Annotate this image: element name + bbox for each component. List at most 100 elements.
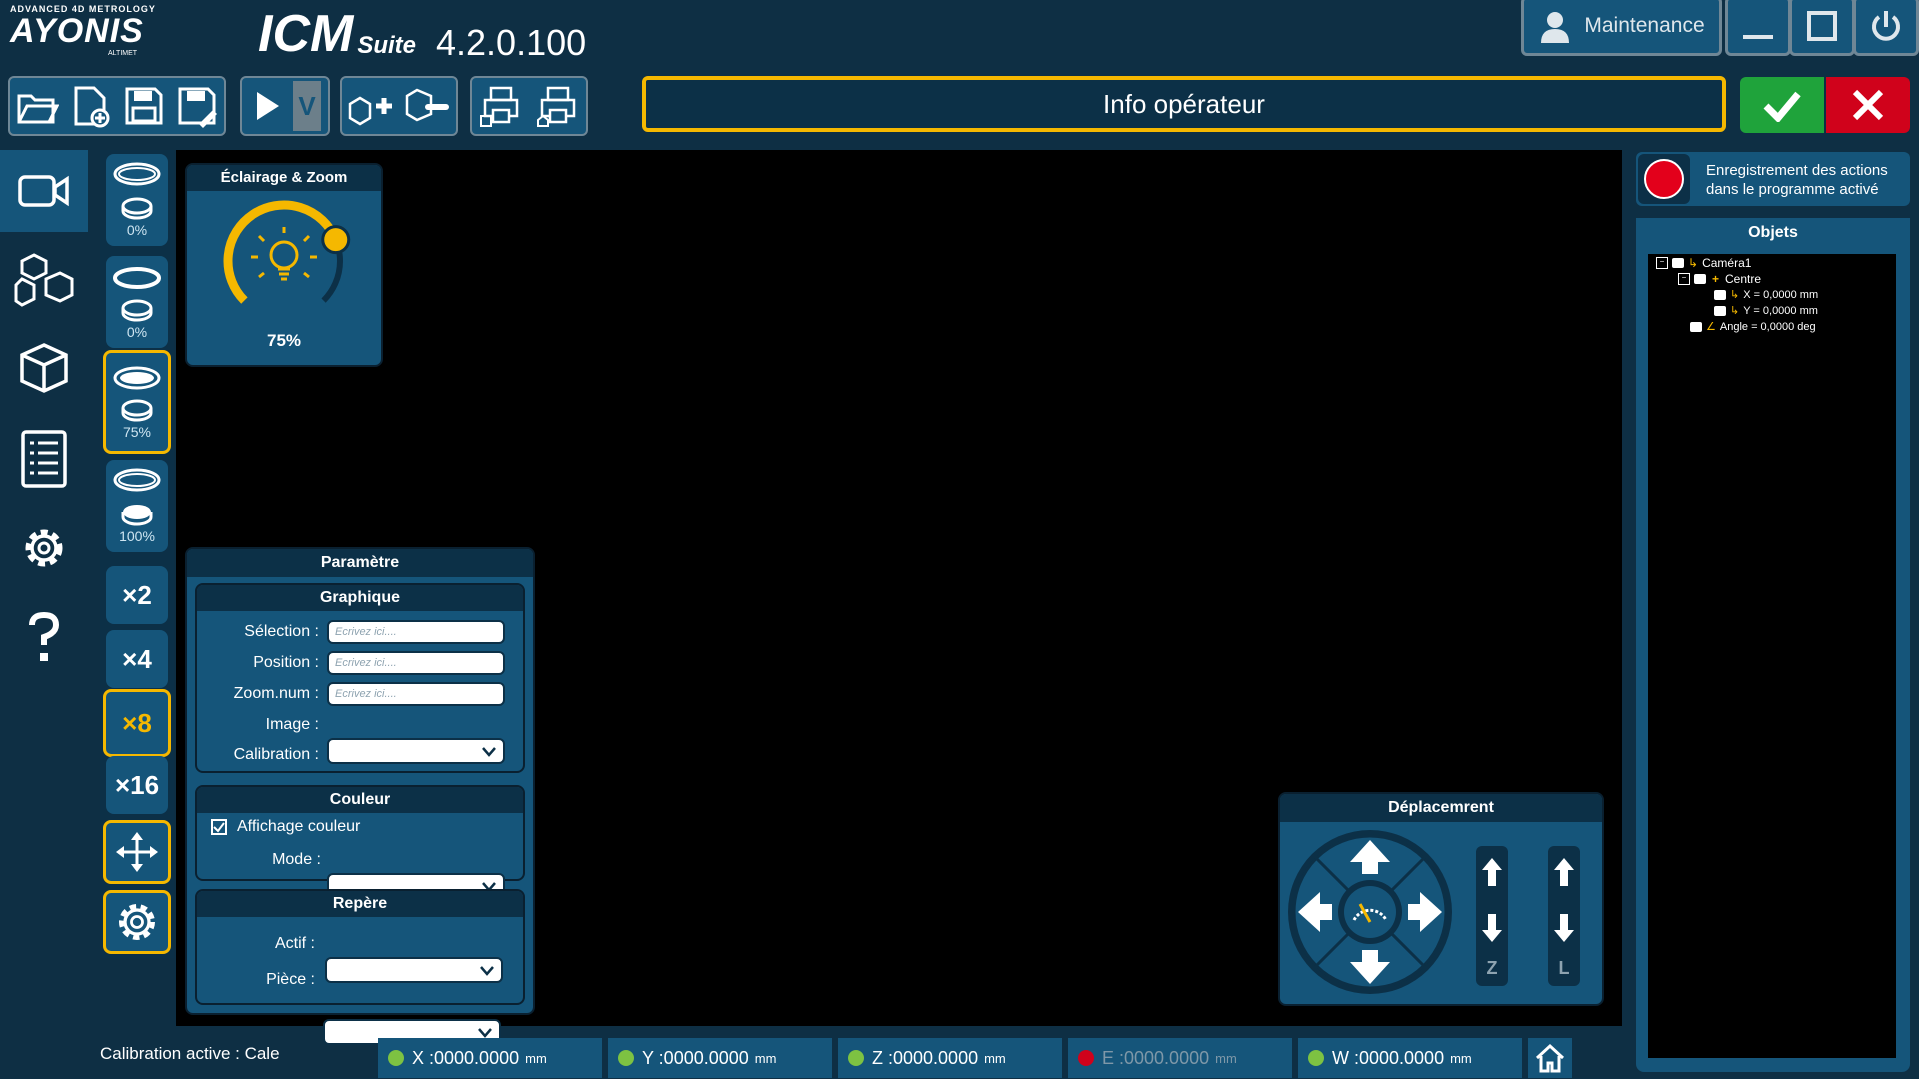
axis-readout-e: E :0000.0000 mm <box>1068 1038 1292 1078</box>
zoom-num-input[interactable]: Ecrivez ici.... <box>327 682 505 706</box>
lighting-panel: Éclairage & Zoom 75% <box>185 163 383 367</box>
collapse-icon[interactable]: − <box>1656 257 1668 269</box>
minimize-icon <box>1743 35 1773 39</box>
l-up-arrow-icon[interactable] <box>1548 852 1580 900</box>
operator-info-label: Info opérateur <box>1103 88 1265 119</box>
objects-tree[interactable]: − ↳ Caméra1 − + Centre ↳ X = 0,0000 mm ↳… <box>1648 254 1896 1058</box>
tree-node-angle[interactable]: ∠ Angle = 0,0000 deg <box>1690 320 1816 333</box>
axis-value: Y :0000.0000 <box>642 1047 749 1068</box>
open-folder-icon[interactable] <box>15 84 59 128</box>
cube-icon <box>20 343 68 393</box>
node-checkbox[interactable] <box>1690 321 1702 332</box>
collapse-icon[interactable]: − <box>1678 273 1690 285</box>
tree-node-y[interactable]: ↳ Y = 0,0000 mm <box>1714 304 1818 317</box>
home-button[interactable] <box>1528 1038 1572 1078</box>
run-version-dropdown[interactable]: V <box>293 81 321 131</box>
add-object-icon[interactable] <box>346 84 396 128</box>
backlight-icon <box>113 468 161 526</box>
image-select[interactable] <box>327 738 505 764</box>
axis-status-dot <box>848 1050 864 1066</box>
new-file-icon[interactable] <box>68 84 112 128</box>
axis-readouts: X :0000.0000 mm Y :0000.0000 mm Z :0000.00… <box>378 1038 1572 1078</box>
lamp-button-backlight[interactable]: 100% <box>106 460 168 552</box>
axis-readout-y: Y :0000.0000 mm <box>608 1038 832 1078</box>
print-preview-icon[interactable] <box>536 84 580 128</box>
zoom-x16-button[interactable]: ×16 <box>106 756 168 814</box>
l-down-arrow-icon[interactable] <box>1548 900 1580 948</box>
node-checkbox[interactable] <box>1714 289 1726 300</box>
actif-select[interactable] <box>325 957 503 983</box>
axis-readout-z: Z :0000.0000 mm <box>838 1038 1062 1078</box>
tree-node-camera[interactable]: − ↳ Caméra1 <box>1656 256 1751 270</box>
couleur-section: Couleur Affichage couleur Mode : <box>195 785 525 899</box>
nav-camera[interactable] <box>0 150 88 232</box>
tree-label-angle: Angle = 0,0000 deg <box>1719 320 1816 333</box>
dial-knob[interactable] <box>321 225 351 255</box>
axis-icon: ↳ <box>1730 305 1740 317</box>
move-arrows-icon <box>116 832 158 872</box>
calibration-status: Calibration active : Cale <box>100 1044 280 1063</box>
lamp-button-ring[interactable]: 0% <box>106 256 168 348</box>
nav-program-list[interactable] <box>0 416 88 502</box>
z-up-arrow-icon[interactable] <box>1476 852 1508 900</box>
lamp-button-coaxial[interactable]: 75% <box>103 350 171 454</box>
actif-label: Actif : <box>274 935 315 952</box>
maximize-button[interactable] <box>1789 0 1855 56</box>
position-label: Position : <box>253 654 319 671</box>
save-as-icon[interactable] <box>175 84 219 128</box>
z-down-arrow-icon[interactable] <box>1476 900 1508 948</box>
node-checkbox[interactable] <box>1714 305 1726 316</box>
tree-node-x[interactable]: ↳ X = 0,0000 mm <box>1714 288 1818 301</box>
user-button[interactable]: Maintenance <box>1521 0 1722 56</box>
parameter-panel: Paramètre Graphique Sélection : Ecrivez … <box>185 547 535 1045</box>
zoom-x2-button[interactable]: ×2 <box>106 566 168 624</box>
brand-logo: ADVANCED 4D METROLOGY AYONIS ALTIMET <box>10 4 190 60</box>
user-label: Maintenance <box>1584 14 1705 37</box>
user-icon <box>1541 12 1570 43</box>
position-input[interactable]: Ecrivez ici.... <box>327 651 505 675</box>
axis-unit: mm <box>754 1050 777 1066</box>
node-checkbox[interactable] <box>1672 258 1684 268</box>
z-axis-label: Z <box>1486 958 1498 978</box>
object-toolbar <box>340 76 458 136</box>
print-icon[interactable] <box>479 84 523 128</box>
lamp-button-ring-high[interactable]: 0% <box>106 154 168 246</box>
nav-multi-objects[interactable] <box>0 238 88 322</box>
zoom-x2-label: ×2 <box>122 579 152 610</box>
play-icon[interactable] <box>249 88 285 124</box>
couleur-title: Couleur <box>197 787 523 813</box>
nav-object[interactable] <box>0 326 88 410</box>
recording-bar: Enregistrement des actions dans le progr… <box>1636 152 1910 206</box>
file-toolbar <box>8 76 226 136</box>
tree-node-centre[interactable]: − + Centre <box>1678 272 1761 286</box>
tree-label-camera: Caméra1 <box>1702 256 1752 270</box>
l-axis-label: L <box>1558 958 1570 978</box>
color-display-checkbox[interactable] <box>211 819 227 835</box>
confirm-button[interactable] <box>1740 77 1824 133</box>
minimize-button[interactable] <box>1725 0 1791 56</box>
selection-input[interactable]: Ecrivez ici.... <box>327 620 505 644</box>
zoom-num-label: Zoom.num : <box>233 685 319 702</box>
node-checkbox[interactable] <box>1694 274 1706 284</box>
power-button[interactable] <box>1853 0 1919 56</box>
movement-panel: Déplacemrent Z L <box>1278 792 1604 1006</box>
axis-unit: mm <box>1450 1050 1472 1066</box>
xy-joystick[interactable] <box>1284 826 1456 998</box>
cancel-button[interactable] <box>1826 77 1910 133</box>
record-button[interactable] <box>1638 154 1690 204</box>
axis-status-dot <box>1078 1050 1094 1066</box>
camera-settings-button[interactable] <box>103 890 171 954</box>
operator-info-bar[interactable]: Info opérateur <box>642 76 1726 132</box>
zoom-x8-button[interactable]: ×8 <box>103 689 171 757</box>
nav-settings[interactable] <box>0 506 88 590</box>
lighting-title: Éclairage & Zoom <box>187 165 381 191</box>
lamp-level: 100% <box>119 528 155 544</box>
remove-object-icon[interactable] <box>403 84 453 128</box>
save-icon[interactable] <box>122 84 166 128</box>
zoom-x16-label: ×16 <box>114 769 160 800</box>
zoom-x4-button[interactable]: ×4 <box>106 630 168 688</box>
tree-label-x: X = 0,0000 mm <box>1743 288 1819 301</box>
pan-button[interactable] <box>103 820 171 884</box>
objects-panel: Objets − ↳ Caméra1 − + Centre ↳ X = 0,00… <box>1636 218 1910 1072</box>
nav-help[interactable] <box>0 596 88 680</box>
